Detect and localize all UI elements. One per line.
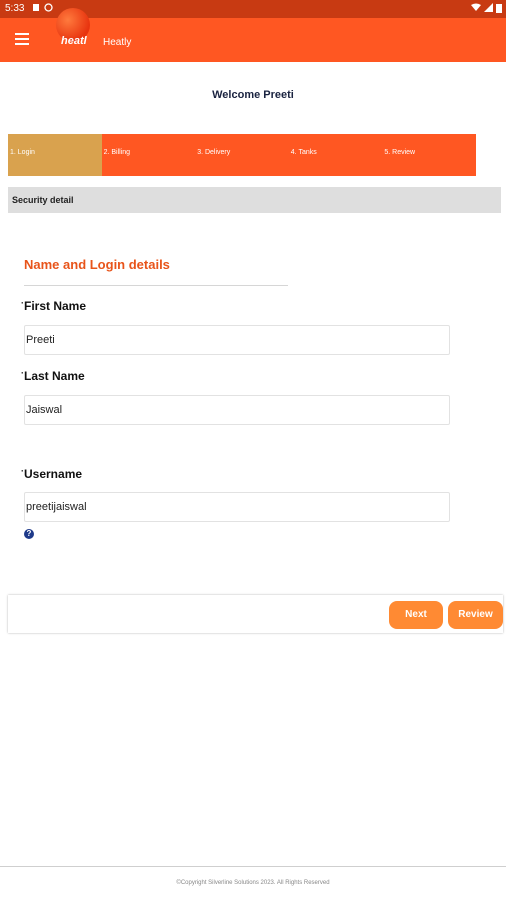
first-name-label-wrap: · First Name <box>21 298 87 313</box>
help-icon[interactable]: ? <box>24 529 34 539</box>
username-label-wrap: · Username <box>21 466 83 481</box>
last-name-field[interactable]: Jaiswal <box>24 395 450 425</box>
status-time: 5:33 <box>5 3 25 14</box>
username-label: Username <box>24 467 83 481</box>
security-detail-bar: Security detail <box>8 187 501 213</box>
wifi-icon <box>471 3 481 11</box>
signal-icon <box>484 3 493 12</box>
required-marker: · <box>21 298 24 308</box>
section-title: Name and Login details <box>24 257 170 272</box>
logo-text: heatl <box>61 35 87 47</box>
step-review[interactable]: 5. Review <box>382 134 476 176</box>
notification-icon <box>33 4 39 11</box>
welcome-heading: Welcome Preeti <box>212 89 294 101</box>
battery-icon <box>496 4 502 13</box>
username-field[interactable]: preetijaiswal <box>24 492 450 522</box>
first-name-field[interactable]: Preeti <box>24 325 450 355</box>
app-title: Heatly <box>103 37 132 48</box>
last-name-label-wrap: · Last Name <box>21 368 85 383</box>
footer-divider <box>0 866 506 867</box>
last-name-label: Last Name <box>24 369 85 383</box>
required-marker: · <box>21 466 24 476</box>
step-login[interactable]: 1. Login <box>8 134 102 176</box>
menu-icon[interactable] <box>15 33 29 45</box>
step-tanks[interactable]: 4. Tanks <box>289 134 383 176</box>
next-button[interactable]: Next <box>389 601 443 629</box>
review-button[interactable]: Review <box>448 601 503 629</box>
sync-icon <box>44 3 53 12</box>
footer-copyright: ©Copyright Silverline Solutions 2023. Al… <box>176 880 330 886</box>
required-marker: · <box>21 368 24 378</box>
first-name-label: First Name <box>24 299 87 313</box>
step-billing[interactable]: 2. Billing <box>102 134 196 176</box>
section-divider <box>24 285 288 286</box>
step-tabs: 1. Login 2. Billing 3. Delivery 4. Tanks… <box>8 134 476 176</box>
step-delivery[interactable]: 3. Delivery <box>195 134 289 176</box>
